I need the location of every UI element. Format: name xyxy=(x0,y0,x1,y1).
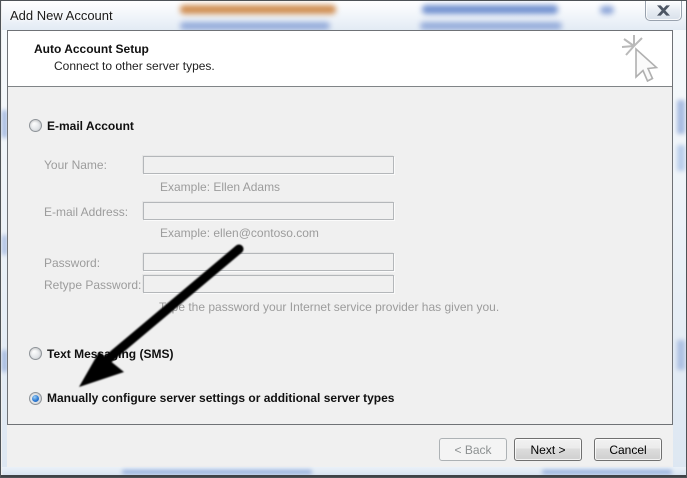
next-button[interactable]: Next > xyxy=(514,438,582,461)
window-title: Add New Account xyxy=(10,8,113,23)
wizard-header: Auto Account Setup Connect to other serv… xyxy=(8,31,672,87)
password-note: Type the password your Internet service … xyxy=(159,300,499,314)
blurred-background-text xyxy=(180,22,330,30)
radio-email-account-label[interactable]: E-mail Account xyxy=(47,119,134,133)
radio-manual-configure-label[interactable]: Manually configure server settings or ad… xyxy=(47,391,394,405)
window-frame-right xyxy=(673,30,687,468)
your-name-label: Your Name: xyxy=(44,158,107,172)
radio-text-messaging-label[interactable]: Text Messaging (SMS) xyxy=(47,347,173,361)
wizard-page-panel: Auto Account Setup Connect to other serv… xyxy=(7,30,673,425)
blurred-background xyxy=(677,340,685,370)
back-button[interactable]: < Back xyxy=(439,438,507,461)
blurred-background-text xyxy=(180,5,336,14)
blurred-background xyxy=(542,470,672,474)
email-address-hint: Example: ellen@contoso.com xyxy=(160,226,319,240)
retype-password-input[interactable] xyxy=(143,275,394,293)
blurred-background-text xyxy=(422,5,558,14)
add-new-account-dialog: Add New Account Auto Account Setup Conne… xyxy=(0,0,687,478)
retype-password-label: Retype Password: xyxy=(44,278,141,292)
close-icon xyxy=(657,5,670,16)
password-label: Password: xyxy=(44,256,100,270)
password-input[interactable] xyxy=(143,253,394,271)
wizard-header-subtitle: Connect to other server types. xyxy=(54,59,215,73)
blurred-background xyxy=(677,100,685,134)
radio-text-messaging[interactable] xyxy=(29,347,42,360)
blurred-background xyxy=(677,145,685,171)
click-cursor-sparkle-icon xyxy=(618,33,666,85)
radio-manual-configure[interactable] xyxy=(29,392,42,405)
email-address-input[interactable] xyxy=(143,202,394,220)
wizard-header-title: Auto Account Setup xyxy=(34,42,149,56)
blurred-background-text xyxy=(600,6,614,14)
radio-email-account[interactable] xyxy=(29,119,42,132)
email-address-label: E-mail Address: xyxy=(44,205,128,219)
cancel-button[interactable]: Cancel xyxy=(594,438,662,461)
your-name-input[interactable] xyxy=(143,156,394,174)
blurred-background xyxy=(122,470,312,474)
your-name-hint: Example: Ellen Adams xyxy=(160,180,280,194)
blurred-background-text xyxy=(420,22,562,30)
close-button[interactable] xyxy=(645,1,682,21)
